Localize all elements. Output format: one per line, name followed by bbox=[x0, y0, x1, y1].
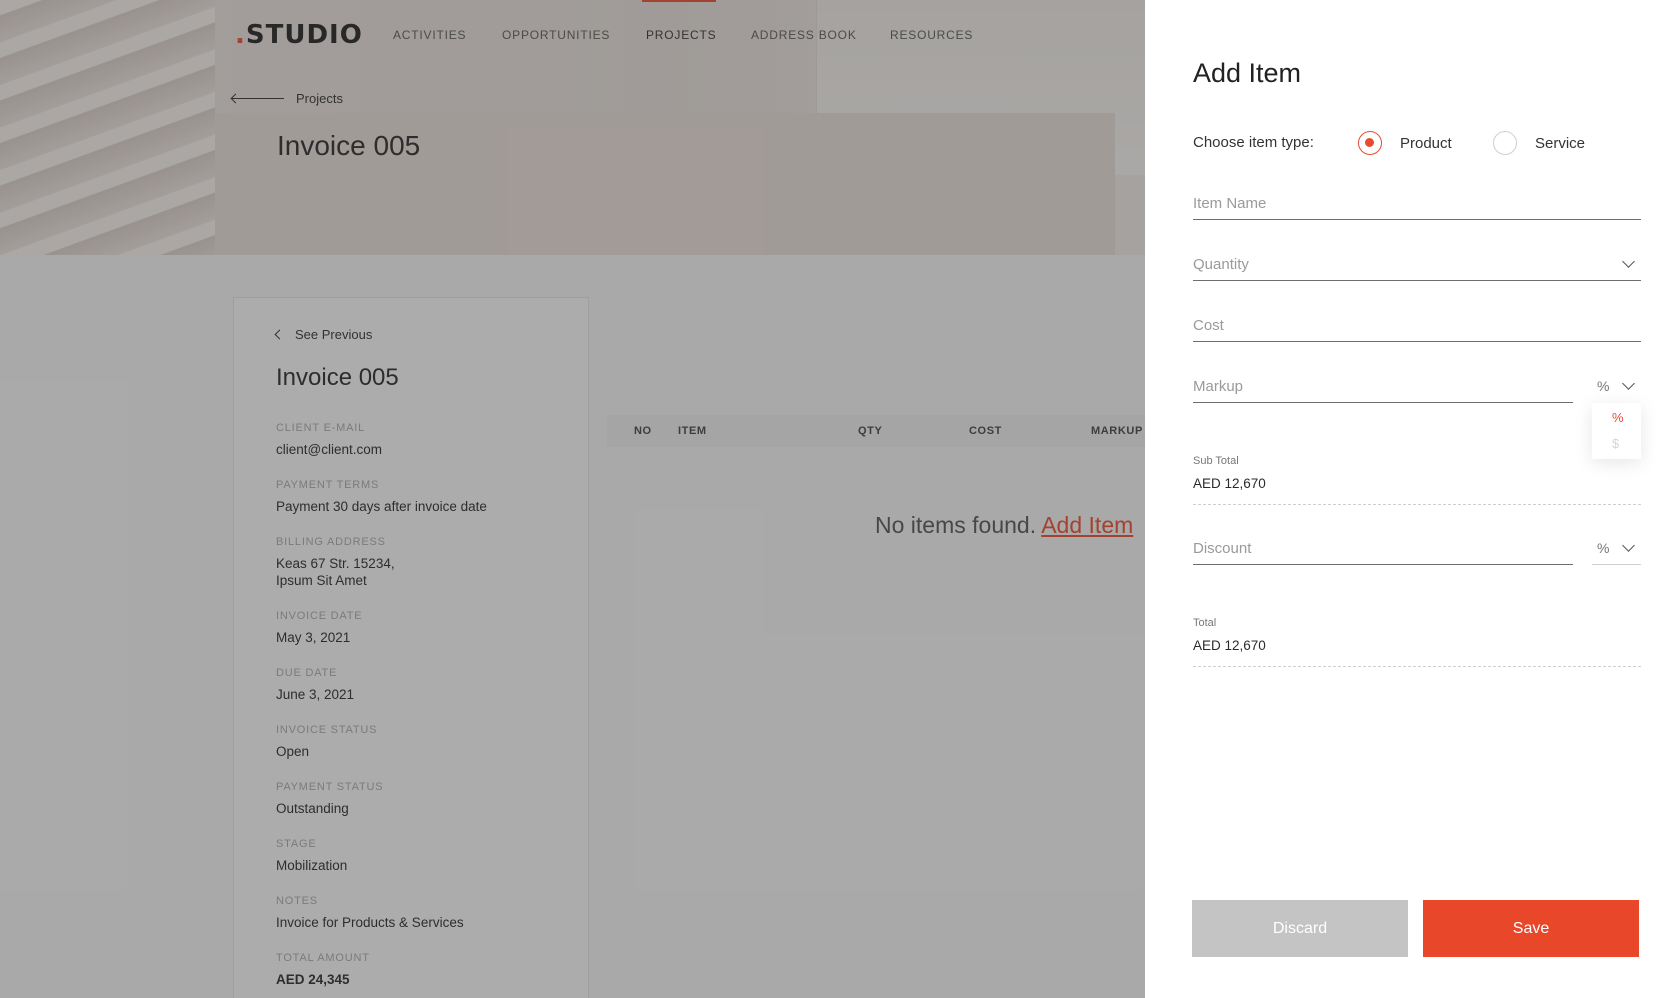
radio-product[interactable]: Product bbox=[1358, 130, 1452, 156]
save-button[interactable]: Save bbox=[1423, 900, 1639, 957]
cost-row bbox=[1193, 312, 1641, 342]
chevron-down-icon bbox=[1622, 539, 1635, 552]
discount-input[interactable] bbox=[1193, 535, 1573, 561]
markup-row bbox=[1193, 373, 1573, 403]
radio-service-control[interactable] bbox=[1493, 131, 1517, 155]
radio-service-label: Service bbox=[1535, 134, 1586, 152]
total-value: AED 12,670 bbox=[1193, 638, 1266, 653]
markup-unit-value: % bbox=[1597, 378, 1610, 394]
discount-unit-value: % bbox=[1597, 540, 1610, 556]
item-type-label: Choose item type: bbox=[1193, 134, 1314, 151]
radio-service[interactable]: Service bbox=[1493, 130, 1585, 156]
chevron-down-icon bbox=[1622, 377, 1635, 390]
radio-product-control[interactable] bbox=[1358, 131, 1382, 155]
discount-unit-select[interactable]: % bbox=[1592, 535, 1641, 565]
add-item-drawer: Add Item Choose item type: Product Servi… bbox=[1145, 0, 1680, 998]
total-label: Total bbox=[1193, 617, 1217, 629]
quantity-input[interactable] bbox=[1193, 251, 1641, 277]
markup-unit-select[interactable]: % bbox=[1592, 373, 1641, 403]
subtotal-row: Sub Total AED 12,670 bbox=[1193, 455, 1641, 505]
subtotal-label: Sub Total bbox=[1193, 455, 1239, 467]
total-row: Total AED 12,670 bbox=[1193, 617, 1641, 667]
drawer-title: Add Item bbox=[1193, 58, 1302, 88]
item-name-input[interactable] bbox=[1193, 190, 1641, 216]
quantity-row bbox=[1193, 251, 1641, 281]
cost-input[interactable] bbox=[1193, 312, 1641, 338]
markup-unit-dropdown: % $ bbox=[1592, 403, 1641, 459]
subtotal-value: AED 12,670 bbox=[1193, 476, 1266, 491]
radio-product-label: Product bbox=[1400, 134, 1452, 152]
unit-option-dollar[interactable]: $ bbox=[1612, 436, 1619, 451]
discount-row bbox=[1193, 535, 1573, 565]
discard-button[interactable]: Discard bbox=[1192, 900, 1408, 957]
item-type-selector: Choose item type: Product Service bbox=[1193, 130, 1643, 156]
item-name-row bbox=[1193, 190, 1641, 220]
unit-option-percent[interactable]: % bbox=[1612, 410, 1624, 425]
markup-input[interactable] bbox=[1193, 373, 1573, 399]
